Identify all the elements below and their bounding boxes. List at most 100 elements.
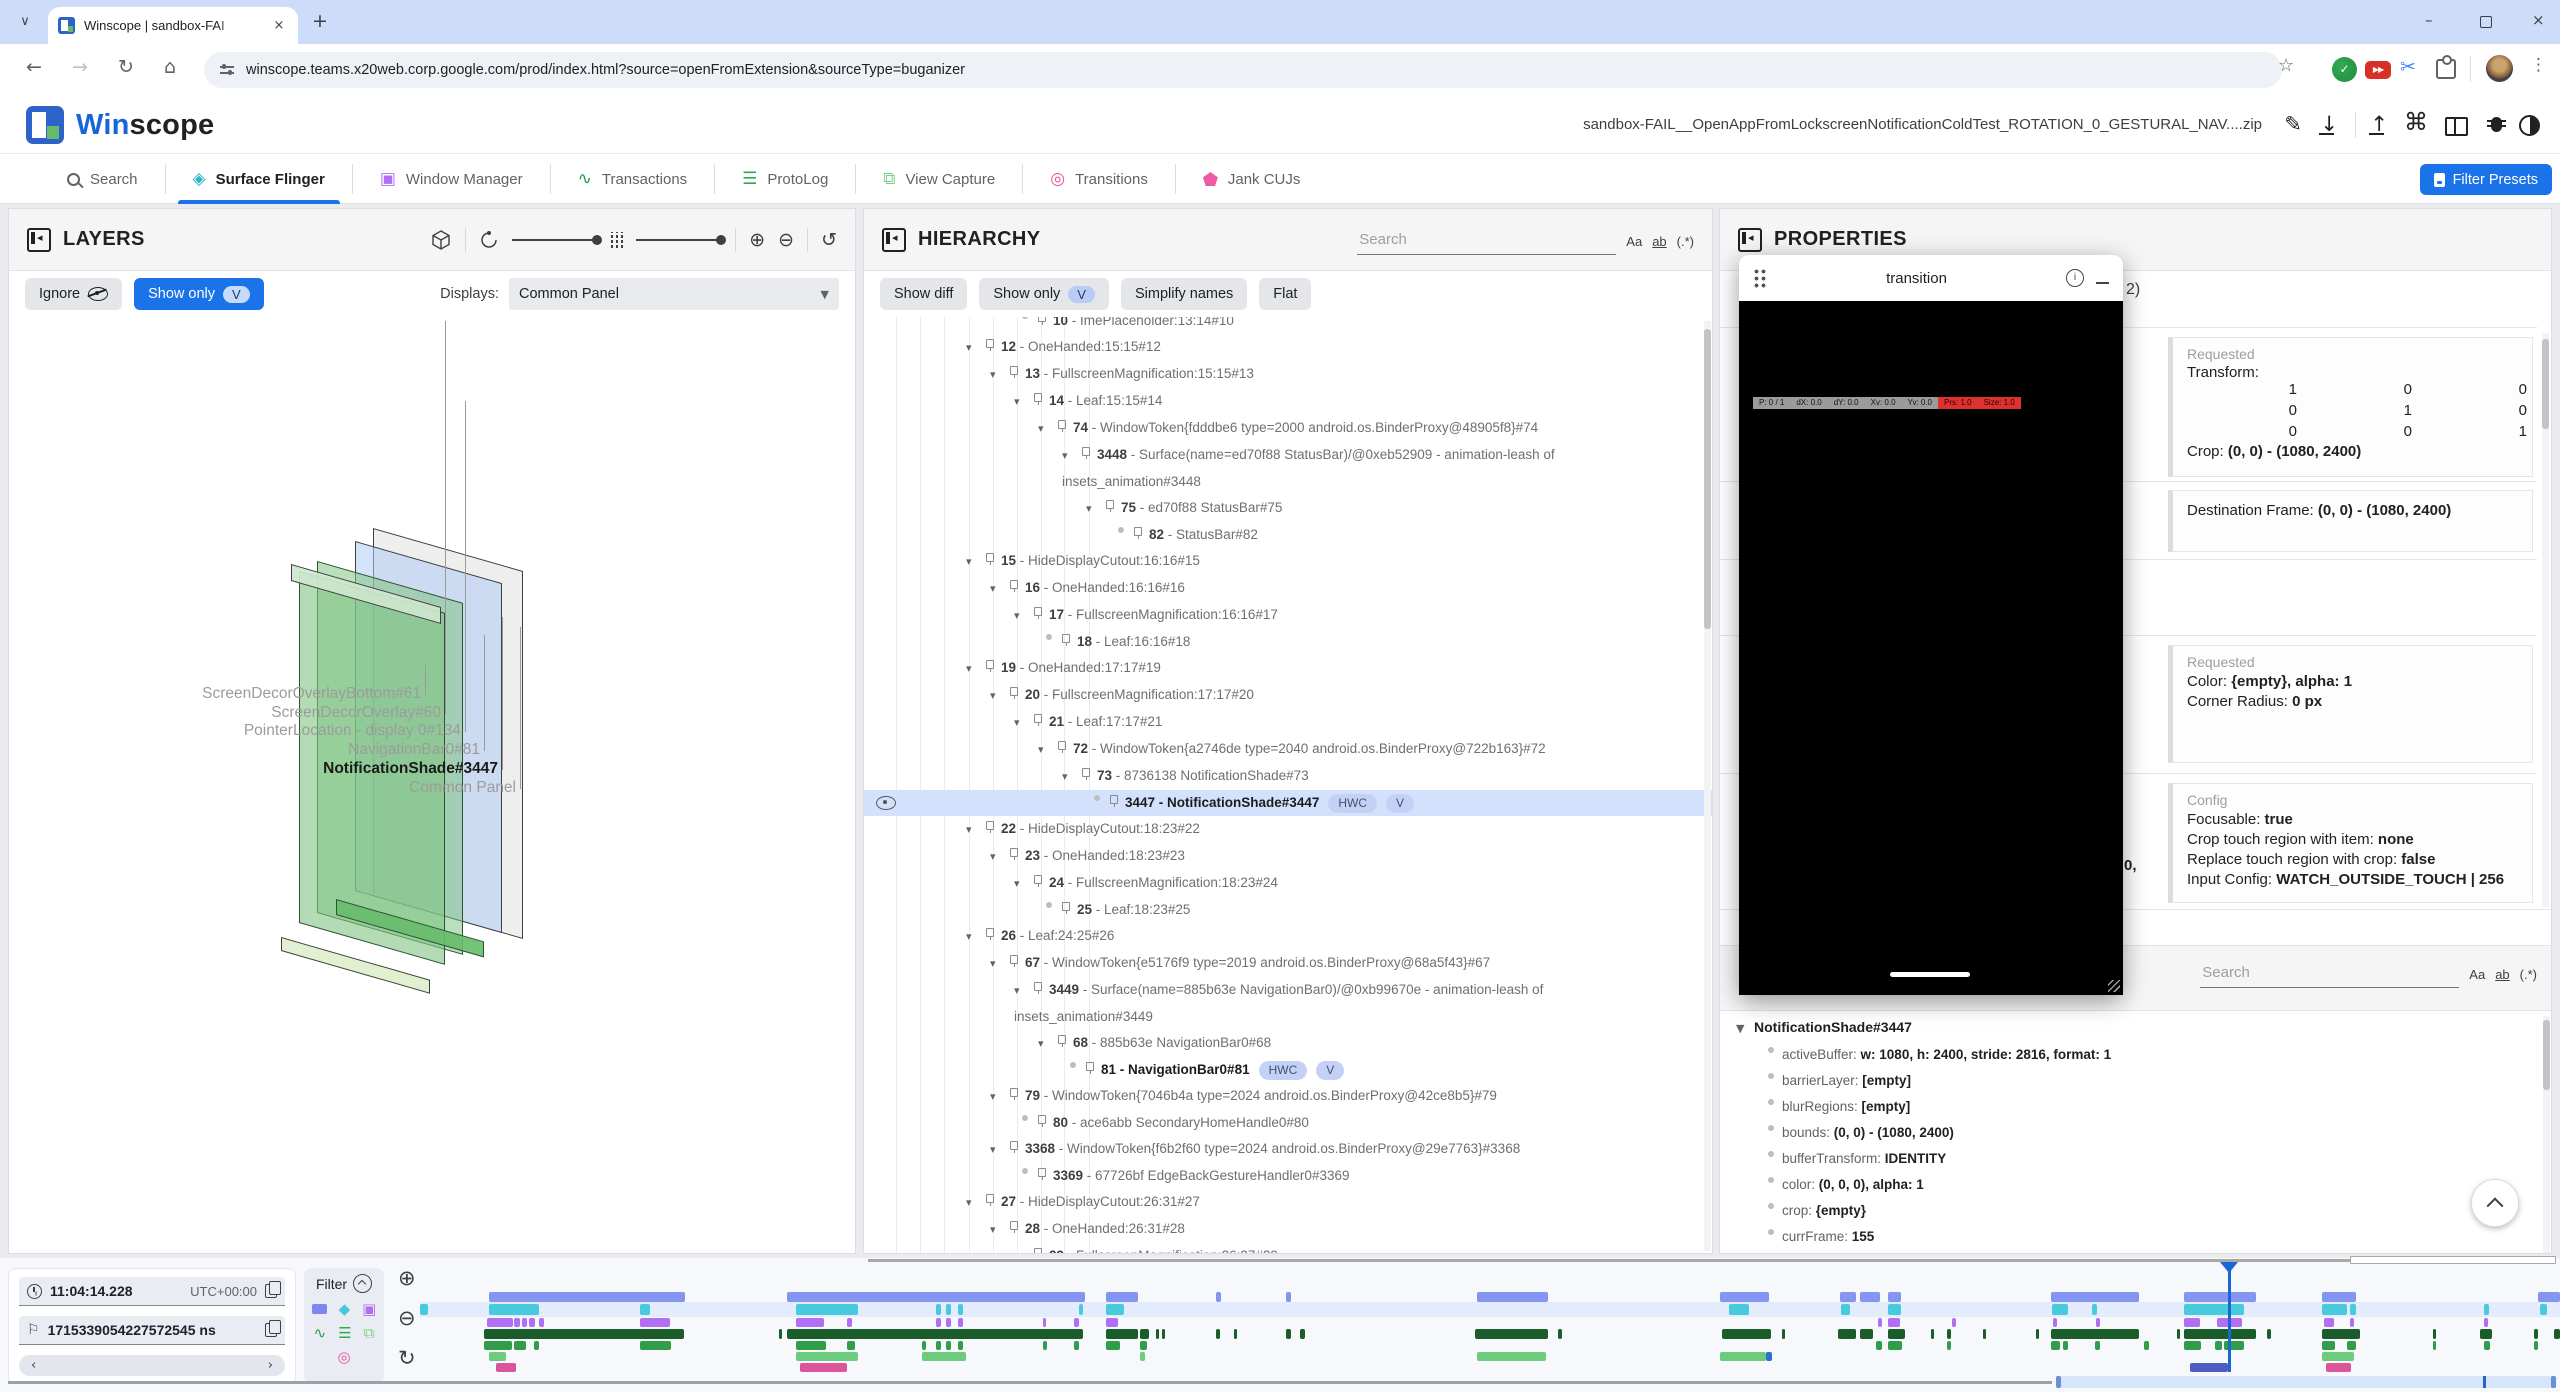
trace-entry-bar[interactable] bbox=[787, 1329, 1083, 1339]
trace-entry-bar[interactable] bbox=[2267, 1329, 2271, 1339]
tree-row-24[interactable]: ▾24 - FullscreenMagnification:18:23#24 bbox=[864, 870, 1712, 897]
pin-icon[interactable] bbox=[1008, 846, 1021, 860]
trace-entry-bar[interactable] bbox=[420, 1304, 428, 1315]
property-row-crop[interactable]: crop: {empty} bbox=[1720, 1198, 2551, 1224]
trace-entry-bar[interactable] bbox=[1876, 1341, 1882, 1350]
expand-caret-icon[interactable]: ▾ bbox=[966, 924, 984, 950]
trace-entry-bar[interactable] bbox=[1234, 1329, 1237, 1339]
timeline-range-selection[interactable] bbox=[2056, 1376, 2556, 1388]
ignore-button[interactable]: Ignore bbox=[25, 278, 122, 310]
trace-entry-bar[interactable] bbox=[1931, 1329, 1934, 1339]
tree-row-14[interactable]: ▾14 - Leaf:15:15#14 bbox=[864, 388, 1712, 415]
expand-caret-icon[interactable]: ▾ bbox=[966, 656, 984, 682]
trace-entry-bar[interactable] bbox=[946, 1318, 951, 1327]
pin-icon[interactable] bbox=[1032, 605, 1045, 619]
trace-entry-bar[interactable] bbox=[2433, 1329, 2436, 1339]
trace-entry-bar[interactable] bbox=[2095, 1341, 2100, 1350]
expand-caret-icon[interactable]: ▾ bbox=[990, 1084, 1008, 1110]
trace-entry-bar[interactable] bbox=[796, 1318, 824, 1327]
expand-caret-icon[interactable]: ▾ bbox=[1038, 1031, 1056, 1057]
trace-entry-bar[interactable] bbox=[796, 1352, 858, 1361]
new-tab-button[interactable]: + bbox=[312, 10, 328, 32]
expand-caret-icon[interactable]: ▾ bbox=[1014, 389, 1032, 415]
property-row-blurRegions[interactable]: blurRegions: [empty] bbox=[1720, 1094, 2551, 1120]
trace-entry-bar[interactable] bbox=[2433, 1341, 2436, 1350]
expand-caret-icon[interactable]: ▾ bbox=[966, 335, 984, 361]
layer-3d-label[interactable]: NavigationBar0#81 bbox=[348, 741, 480, 759]
tree-row-3369[interactable]: 3369 - 67726bf EdgeBackGestureHandler0#3… bbox=[864, 1163, 1712, 1189]
trace-entry-bar[interactable] bbox=[1140, 1341, 1147, 1350]
trace-entry-bar[interactable] bbox=[2053, 1318, 2057, 1327]
trace-entry-bar[interactable] bbox=[2051, 1341, 2060, 1350]
trace-entry-bar[interactable] bbox=[2177, 1329, 2180, 1339]
expand-caret-icon[interactable]: ▾ bbox=[966, 817, 984, 843]
tree-row-27[interactable]: ▾27 - HideDisplayCutout:26:31#27 bbox=[864, 1189, 1712, 1216]
tree-row-15[interactable]: ▾15 - HideDisplayCutout:16:16#15 bbox=[864, 548, 1712, 575]
pin-icon[interactable] bbox=[1036, 1166, 1049, 1180]
cube-3d-icon[interactable] bbox=[430, 229, 452, 251]
tree-row-16[interactable]: ▾16 - OneHanded:16:16#16 bbox=[864, 575, 1712, 602]
window-restore-button[interactable] bbox=[2480, 16, 2492, 28]
trace-entry-bar[interactable] bbox=[946, 1304, 951, 1315]
tab-protolog[interactable]: ☰ProtoLog bbox=[715, 154, 855, 204]
upload-icon[interactable]: ↑ bbox=[2370, 112, 2388, 137]
tab-search[interactable]: Search bbox=[40, 154, 165, 204]
trace-entry-bar[interactable] bbox=[1860, 1329, 1873, 1339]
tree-row-29[interactable]: ▾29 - FullscreenMagnification:26:27#29 bbox=[864, 1243, 1712, 1253]
expand-caret-icon[interactable]: ▾ bbox=[990, 951, 1008, 977]
tab-search-icon[interactable]: ∨ bbox=[12, 8, 38, 36]
shortcuts-icon[interactable]: ⌘ bbox=[2404, 108, 2428, 136]
trace-entry-bar[interactable] bbox=[1162, 1329, 1165, 1339]
collapse-panel-icon[interactable] bbox=[27, 228, 51, 252]
expand-caret-icon[interactable]: ▾ bbox=[1014, 603, 1032, 629]
pin-icon[interactable] bbox=[984, 658, 997, 672]
tree-row-20[interactable]: ▾20 - FullscreenMagnification:17:17#20 bbox=[864, 682, 1712, 709]
trace-entry-bar[interactable] bbox=[2215, 1341, 2222, 1350]
trace-entry-bar[interactable] bbox=[1043, 1318, 1046, 1327]
trace-entry-bar[interactable] bbox=[2534, 1341, 2538, 1350]
trace-entry-bar[interactable] bbox=[2184, 1341, 2201, 1350]
collapse-panel-icon[interactable] bbox=[1738, 228, 1762, 252]
trace-entry-bar[interactable] bbox=[1156, 1329, 1159, 1339]
trace-entry-bar[interactable] bbox=[1888, 1292, 1901, 1302]
properties-scrollbar[interactable] bbox=[2542, 333, 2549, 907]
pin-icon[interactable] bbox=[1104, 498, 1117, 512]
expand-caret-icon[interactable]: ▾ bbox=[1014, 871, 1032, 897]
trace-entry-bar[interactable] bbox=[1140, 1329, 1149, 1339]
trace-entry-bar[interactable] bbox=[1106, 1318, 1118, 1327]
match-word-button[interactable]: ab bbox=[2495, 967, 2509, 982]
trace-entry-bar[interactable] bbox=[522, 1318, 527, 1327]
trace-entry-bar[interactable] bbox=[1720, 1352, 1766, 1361]
tree-row-18[interactable]: 18 - Leaf:16:16#18 bbox=[864, 629, 1712, 655]
trace-entry-bar[interactable] bbox=[2224, 1341, 2244, 1350]
properties-search-input[interactable]: Search bbox=[2200, 958, 2459, 988]
report-bug-icon[interactable] bbox=[2491, 117, 2502, 132]
match-case-button[interactable]: Aa bbox=[1626, 234, 1642, 249]
window-minimize-button[interactable]: – bbox=[2425, 11, 2433, 29]
expand-caret-icon[interactable]: ▾ bbox=[990, 683, 1008, 709]
property-row-activeBuffer[interactable]: activeBuffer: w: 1080, h: 2400, stride: … bbox=[1720, 1042, 2551, 1068]
pin-icon[interactable] bbox=[1008, 953, 1021, 967]
trace-entry-bar[interactable] bbox=[1558, 1329, 1562, 1339]
tree-row-19[interactable]: ▾19 - OneHanded:17:17#19 bbox=[864, 655, 1712, 682]
tree-row-21[interactable]: ▾21 - Leaf:17:17#21 bbox=[864, 709, 1712, 736]
info-icon[interactable]: i bbox=[2066, 269, 2084, 287]
layer-3d-label[interactable]: ScreenDecorOverlayBottom#61 bbox=[202, 685, 421, 703]
timeline-zoom-in-icon[interactable]: ⊕ bbox=[398, 1266, 416, 1290]
tree-row-3449[interactable]: ▾3449 - Surface(name=885b63e NavigationB… bbox=[864, 977, 1712, 1030]
filter-presets-button[interactable]: Filter Presets bbox=[2420, 164, 2552, 195]
range-handle-left[interactable] bbox=[2056, 1376, 2061, 1388]
expand-caret-icon[interactable]: ▾ bbox=[990, 576, 1008, 602]
edit-file-icon[interactable]: ✎ bbox=[2284, 112, 2302, 136]
trace-entry-bar[interactable] bbox=[1782, 1329, 1785, 1339]
pin-icon[interactable] bbox=[984, 819, 997, 833]
back-button[interactable]: ← bbox=[26, 56, 42, 78]
match-case-button[interactable]: Aa bbox=[2469, 967, 2485, 982]
trace-entry-bar[interactable] bbox=[539, 1318, 544, 1327]
property-row-color[interactable]: color: (0, 0, 0), alpha: 1 bbox=[1720, 1172, 2551, 1198]
tab-view-capture[interactable]: ⧉View Capture bbox=[856, 154, 1022, 204]
tab-jank-cujs[interactable]: Jank CUJs bbox=[1176, 154, 1328, 204]
expand-caret-icon[interactable]: ▾ bbox=[990, 362, 1008, 388]
expand-caret-icon[interactable]: ▾ bbox=[990, 844, 1008, 870]
trace-entry-bar[interactable] bbox=[2540, 1304, 2547, 1315]
